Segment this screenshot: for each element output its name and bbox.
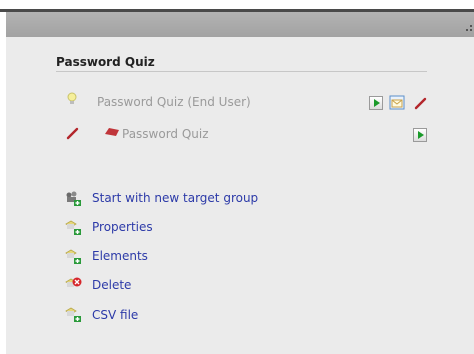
target-group-icon bbox=[66, 191, 81, 206]
quiz-row-end-user-label[interactable]: Password Quiz (End User) bbox=[97, 95, 251, 109]
csv-file-icon bbox=[65, 307, 81, 322]
quiz-row-label[interactable]: Password Quiz bbox=[122, 127, 209, 141]
pencil-edit-icon[interactable] bbox=[414, 97, 427, 110]
quiz-item-icon bbox=[105, 128, 119, 136]
start-new-target-group-link[interactable]: Start with new target group bbox=[92, 191, 258, 205]
panel-header bbox=[6, 12, 474, 37]
properties-icon bbox=[65, 220, 81, 235]
csv-file-link[interactable]: CSV file bbox=[92, 308, 138, 322]
pencil-icon[interactable] bbox=[66, 127, 79, 140]
resize-grip-icon[interactable] bbox=[466, 25, 472, 31]
play-quiz-end-user-button[interactable] bbox=[369, 96, 383, 110]
elements-icon bbox=[65, 249, 81, 264]
properties-link[interactable]: Properties bbox=[92, 220, 153, 234]
delete-link[interactable]: Delete bbox=[92, 278, 131, 292]
delete-icon bbox=[65, 277, 82, 287]
section-title: Password Quiz bbox=[56, 55, 155, 69]
mail-icon[interactable] bbox=[389, 95, 405, 110]
section-divider bbox=[56, 71, 427, 72]
lightbulb-icon bbox=[67, 92, 77, 104]
play-quiz-button[interactable] bbox=[413, 128, 427, 142]
elements-link[interactable]: Elements bbox=[92, 249, 148, 263]
